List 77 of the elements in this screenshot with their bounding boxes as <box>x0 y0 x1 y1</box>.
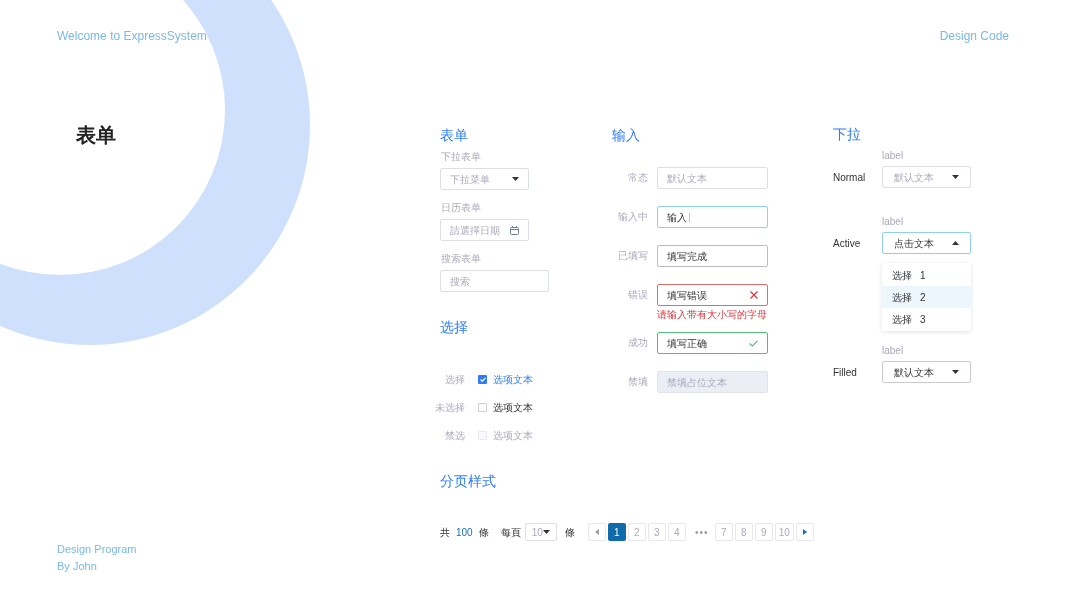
option-label: 未选择 <box>434 400 465 415</box>
dropdown-name: Normal <box>833 170 867 185</box>
close-icon <box>750 291 758 299</box>
dropdown-label: label <box>882 151 905 161</box>
error-message: 请输入带有大小写的字母 <box>657 310 768 320</box>
input-field[interactable]: 默认文本 <box>657 167 768 189</box>
page-button[interactable]: 10 <box>774 523 794 541</box>
dropdown-option[interactable]: 选择 1 <box>882 264 971 286</box>
previous-page-button[interactable] <box>587 523 606 541</box>
design-code-link[interactable]: Design Code <box>939 27 1009 45</box>
caret-down-icon <box>952 370 959 374</box>
input-label: 输入中 <box>617 210 648 224</box>
dropdown-label: label <box>882 217 905 227</box>
caret-down-icon <box>542 530 550 534</box>
page-button[interactable]: 3 <box>647 523 666 541</box>
input-label: 已填写 <box>617 249 648 263</box>
dropdown-option[interactable]: 选择 2 <box>882 286 971 308</box>
check-icon <box>479 376 486 382</box>
total-label: 共 <box>440 525 450 540</box>
dropdown-label: label <box>882 346 905 356</box>
page-button[interactable]: 2 <box>627 523 646 541</box>
dropdown-select[interactable]: 点击文本 <box>882 232 971 254</box>
section-heading: 选择 <box>440 318 469 336</box>
dropdown-name: Filled <box>833 365 858 380</box>
checkbox[interactable] <box>478 374 487 384</box>
input-label: 常态 <box>627 171 648 185</box>
date-field[interactable]: 請選擇日期 <box>440 219 529 241</box>
per-page-select[interactable]: 10 <box>524 523 557 541</box>
page-title: 表单 <box>76 123 117 148</box>
page-button[interactable]: 7 <box>714 523 733 541</box>
search-field[interactable]: 搜索 <box>440 270 549 292</box>
next-page-button[interactable] <box>795 523 814 541</box>
caret-down-icon <box>952 175 959 179</box>
total-unit: 條 <box>478 525 489 540</box>
page-button[interactable]: 9 <box>754 523 773 541</box>
dropdown-name: Active <box>833 236 862 251</box>
input-field[interactable]: 填写完成 <box>657 245 768 267</box>
footer-text: By John <box>57 559 98 574</box>
page-button[interactable]: 1 <box>607 523 626 541</box>
calendar-icon <box>510 225 519 235</box>
welcome-text: Welcome to ExpressSystem <box>57 28 207 45</box>
dropdown-select[interactable]: 默认文本 <box>882 166 971 188</box>
option-text: 选项文本 <box>493 400 533 415</box>
page-button[interactable]: 4 <box>667 523 686 541</box>
pagination-ellipsis: ••• <box>693 525 710 540</box>
option-label: 选择 <box>444 372 465 387</box>
input-field[interactable]: 填写正确 <box>657 332 768 354</box>
triangle-left-icon <box>594 529 599 535</box>
dropdown-option[interactable]: 选择 3 <box>882 308 971 330</box>
page-button[interactable]: 8 <box>734 523 753 541</box>
input-label: 错误 <box>627 288 648 302</box>
section-heading: 分页样式 <box>440 472 497 490</box>
caret-up-icon <box>952 241 959 245</box>
option-text: 选项文本 <box>493 428 533 443</box>
dropdown-select[interactable]: 默认文本 <box>882 361 971 383</box>
triangle-right-icon <box>802 529 807 535</box>
option-label: 禁选 <box>444 428 465 443</box>
field-label: 下拉表单 <box>441 152 482 162</box>
section-heading: 输入 <box>612 126 641 144</box>
check-icon <box>749 339 758 347</box>
caret-down-icon <box>512 177 519 181</box>
per-page-unit: 條 <box>564 525 575 540</box>
checkbox[interactable] <box>478 402 487 412</box>
section-heading: 下拉 <box>833 125 862 143</box>
input-field[interactable]: 填写错误 <box>657 284 768 306</box>
total-count: 100 <box>456 525 473 540</box>
per-page-label: 每頁 <box>500 525 521 540</box>
field-label: 日历表单 <box>441 203 482 213</box>
option-text: 选项文本 <box>493 372 533 387</box>
footer-text: Design Program <box>57 542 138 557</box>
section-heading: 表单 <box>440 126 469 144</box>
field-label: 搜索表单 <box>441 254 482 264</box>
text-cursor <box>689 212 690 222</box>
input-label: 禁填 <box>627 375 648 389</box>
input-field[interactable]: 输入 <box>657 206 768 228</box>
dropdown-select[interactable]: 下拉菜单 <box>440 168 529 190</box>
input-label: 成功 <box>627 336 648 350</box>
